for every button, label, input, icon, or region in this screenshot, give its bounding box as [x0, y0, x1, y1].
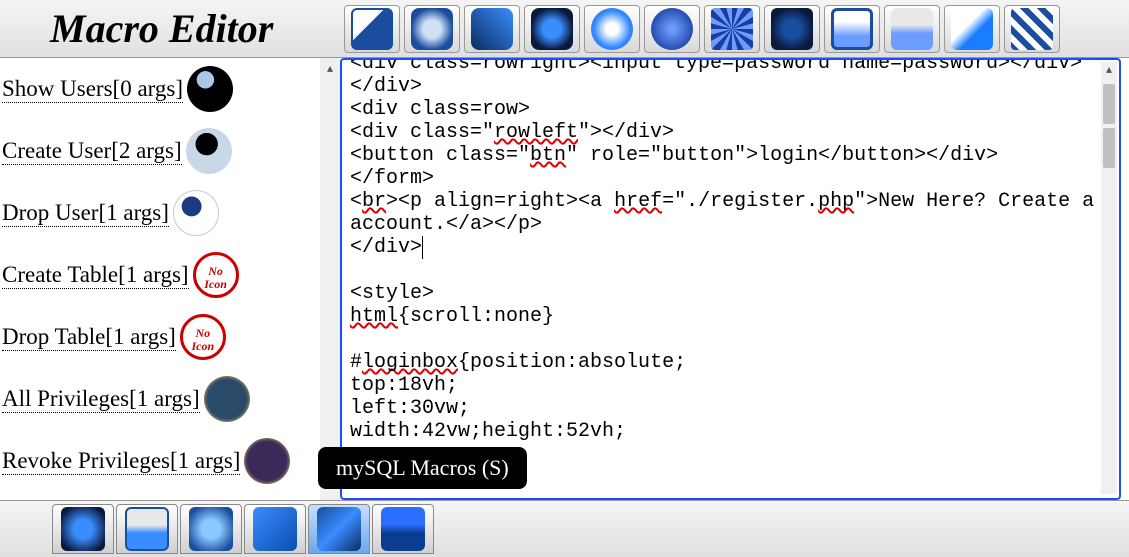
toolbar-button-8[interactable]	[764, 5, 820, 53]
toolbar-icon	[891, 8, 933, 50]
user-silhouette-icon	[186, 128, 232, 174]
toolbar-icon	[471, 8, 513, 50]
bottom-tab-2[interactable]	[116, 504, 178, 554]
bottom-tab-1[interactable]	[52, 504, 114, 554]
scroll-up-arrow-icon[interactable]: ▴	[1101, 62, 1117, 77]
toolbar-icon	[591, 8, 633, 50]
macro-item-create-table[interactable]: Create Table[1 args] No Icon	[0, 244, 320, 306]
bottom-tab-4[interactable]	[244, 504, 306, 554]
macro-item-create-user[interactable]: Create User[2 args]	[0, 120, 320, 182]
toolbar-icon	[651, 8, 693, 50]
scroll-up-arrow-icon[interactable]: ▴	[321, 59, 339, 77]
tab-icon	[189, 507, 233, 551]
tab-icon	[317, 507, 361, 551]
toolbar-icon	[711, 8, 753, 50]
bottom-tab-6[interactable]	[372, 504, 434, 554]
macro-item-revoke-privileges[interactable]: Revoke Privileges[1 args]	[0, 430, 320, 492]
scroll-thumb[interactable]	[1103, 84, 1115, 124]
app-title: Macro Editor	[0, 5, 273, 52]
toolbar-button-10[interactable]	[884, 5, 940, 53]
toolbar-icon	[831, 8, 873, 50]
toolbar-button-1[interactable]	[344, 5, 400, 53]
toolbar-icon	[1011, 8, 1053, 50]
balance-scale-icon	[204, 376, 250, 422]
toolbar-button-2[interactable]	[404, 5, 460, 53]
scroll-thumb[interactable]	[1103, 128, 1115, 168]
toolbar-button-6[interactable]	[644, 5, 700, 53]
tooltip: mySQL Macros (S)	[318, 447, 527, 489]
macro-item-all-privileges[interactable]: All Privileges[1 args]	[0, 368, 320, 430]
bottom-tab-3[interactable]	[180, 504, 242, 554]
toolbar-icon	[531, 8, 573, 50]
tab-icon	[381, 507, 425, 551]
toolbar-button-4[interactable]	[524, 5, 580, 53]
tab-icon	[125, 507, 169, 551]
macro-label: Drop Table[1 args]	[2, 324, 176, 351]
top-toolbar	[340, 0, 1129, 58]
toolbar-button-7[interactable]	[704, 5, 760, 53]
toolbar-icon	[411, 8, 453, 50]
macro-item-drop-table[interactable]: Drop Table[1 args] No Icon	[0, 306, 320, 368]
macro-sidebar: Show Users[0 args] Create User[2 args] D…	[0, 58, 320, 500]
tab-icon	[253, 507, 297, 551]
toolbar-button-5[interactable]	[584, 5, 640, 53]
macro-item-drop-user[interactable]: Drop User[1 args]	[0, 182, 320, 244]
bottom-tab-mysql-macros[interactable]	[308, 504, 370, 554]
macro-label: Show Users[0 args]	[2, 76, 183, 103]
macro-label: Create Table[1 args]	[2, 262, 189, 289]
user-silhouette-icon	[173, 190, 219, 236]
toolbar-button-9[interactable]	[824, 5, 880, 53]
tab-icon	[61, 507, 105, 551]
no-icon: No Icon	[180, 314, 226, 360]
toolbar-icon	[951, 8, 993, 50]
toolbar-button-12[interactable]	[1004, 5, 1060, 53]
title-bar: Macro Editor	[0, 0, 340, 58]
bottom-tab-bar	[0, 500, 1129, 557]
code-editor[interactable]: <div class=rowright><input type=password…	[340, 58, 1121, 500]
macro-label: Create User[2 args]	[2, 138, 182, 165]
editor-scrollbar[interactable]: ▴	[1101, 62, 1117, 494]
macro-label: All Privileges[1 args]	[2, 386, 200, 413]
balance-scale-icon	[244, 438, 290, 484]
toolbar-button-11[interactable]	[944, 5, 1000, 53]
toolbar-icon	[771, 8, 813, 50]
no-icon: No Icon	[193, 252, 239, 298]
sidebar-scrollbar[interactable]: ▴	[320, 58, 340, 500]
toolbar-icon	[351, 8, 393, 50]
toolbar-button-3[interactable]	[464, 5, 520, 53]
macro-item-show-users[interactable]: Show Users[0 args]	[0, 58, 320, 120]
user-silhouette-icon	[187, 66, 233, 112]
macro-label: Drop User[1 args]	[2, 200, 169, 227]
macro-label: Revoke Privileges[1 args]	[2, 448, 240, 475]
